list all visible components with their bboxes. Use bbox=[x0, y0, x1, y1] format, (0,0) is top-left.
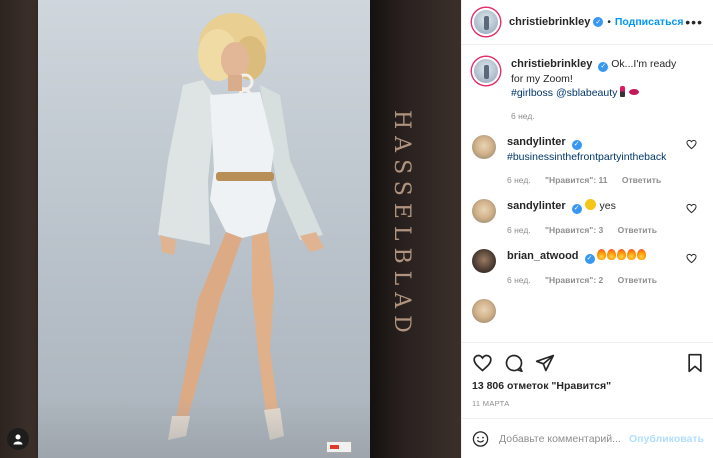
commenter-avatar[interactable] bbox=[472, 199, 496, 223]
post-side-panel: christiebrinkley ✓ • Подписаться ••• chr… bbox=[461, 0, 713, 458]
publish-button[interactable]: Опубликовать bbox=[629, 433, 704, 445]
comment-meta: 6 нед. "Нравится": 11 Ответить bbox=[507, 173, 685, 187]
verified-badge-icon: ✓ bbox=[571, 140, 582, 150]
post-header: christiebrinkley ✓ • Подписаться ••• bbox=[462, 0, 713, 45]
author-avatar[interactable] bbox=[472, 57, 500, 85]
comment-input[interactable] bbox=[499, 432, 630, 445]
hasselblad-logo: HASSELBLAD bbox=[389, 110, 414, 340]
floor-shadow bbox=[38, 398, 370, 458]
fire-emoji-icon bbox=[607, 249, 617, 260]
comment-likes[interactable]: "Нравится": 3 bbox=[545, 225, 603, 235]
comments-list[interactable]: christiebrinkley ✓ Ok...I'm ready for my … bbox=[462, 45, 713, 342]
fire-emoji-icon bbox=[617, 249, 627, 260]
fire-emoji-icon bbox=[627, 249, 637, 260]
comment-item: sandylinter ✓ #businessinthefrontpartyint… bbox=[472, 135, 703, 187]
comment-username[interactable]: sandylinter bbox=[507, 200, 566, 212]
comment-username[interactable]: sandylinter bbox=[507, 136, 566, 148]
add-comment-bar: Опубликовать bbox=[462, 418, 713, 458]
action-icons bbox=[472, 351, 704, 375]
separator-dot: • bbox=[607, 16, 611, 28]
like-comment-heart-icon[interactable] bbox=[686, 139, 697, 150]
fire-emoji-icon bbox=[597, 249, 607, 260]
more-options-icon[interactable]: ••• bbox=[685, 14, 703, 30]
photo-print bbox=[38, 0, 370, 458]
comment-time: 6 нед. bbox=[507, 275, 531, 285]
caption-username[interactable]: christiebrinkley bbox=[511, 58, 592, 70]
comment-time: 6 нед. bbox=[507, 175, 531, 185]
comment-item: brian_atwood ✓ 6 нед. "Нравится": 2 Ответ… bbox=[472, 249, 703, 287]
comment-time: 6 нед. bbox=[507, 225, 531, 235]
share-send-icon[interactable] bbox=[535, 353, 555, 373]
model-figure bbox=[158, 13, 324, 440]
camera-frame bbox=[370, 0, 461, 458]
lipstick-emoji-icon bbox=[620, 86, 626, 97]
comment-meta: 6 нед. "Нравится": 2 Ответить bbox=[507, 273, 685, 287]
caption-time: 6 нед. bbox=[511, 111, 535, 121]
follow-button[interactable]: Подписаться bbox=[615, 16, 684, 28]
fire-emoji-icon bbox=[637, 249, 647, 260]
tagged-users-button[interactable] bbox=[7, 428, 29, 450]
reply-button[interactable]: Ответить bbox=[618, 225, 657, 235]
battery-sticker bbox=[326, 441, 352, 453]
lips-emoji-icon bbox=[629, 89, 640, 95]
user-icon bbox=[13, 434, 23, 445]
author-avatar[interactable] bbox=[472, 8, 500, 36]
laughing-emoji-icon bbox=[584, 199, 596, 210]
verified-badge-icon: ✓ bbox=[598, 62, 609, 72]
bookmark-icon[interactable] bbox=[686, 353, 704, 373]
hashtag-link[interactable]: #businessinthefrontpartyintheback bbox=[507, 151, 666, 163]
commenter-avatar[interactable] bbox=[472, 135, 496, 159]
likes-count[interactable]: 13 806 отметок "Нравится" bbox=[472, 380, 704, 392]
caption-meta: 6 нед. bbox=[511, 109, 689, 123]
verified-badge-icon: ✓ bbox=[593, 17, 604, 27]
like-comment-heart-icon[interactable] bbox=[686, 203, 697, 214]
mention-link[interactable]: @sblabeauty bbox=[556, 87, 617, 99]
hashtag-link[interactable]: #girlboss bbox=[511, 87, 553, 99]
comment-likes[interactable]: "Нравится": 11 bbox=[545, 175, 607, 185]
verified-badge-icon: ✓ bbox=[584, 254, 595, 264]
comment-text: yes bbox=[599, 200, 616, 212]
commenter-avatar[interactable] bbox=[472, 299, 496, 323]
comment-meta: 6 нед. "Нравится": 3 Ответить bbox=[507, 223, 685, 237]
comment-item: sandylinter ✓ yes 6 нед. "Нравится": 3 От… bbox=[472, 199, 703, 237]
reply-button[interactable]: Ответить bbox=[622, 175, 661, 185]
commenter-avatar[interactable] bbox=[472, 249, 496, 273]
comment-item-partial bbox=[472, 299, 703, 323]
comment-likes[interactable]: "Нравится": 2 bbox=[545, 275, 603, 285]
instagram-post-view: HASSELBLAD christiebrinkley ✓ • Подписат… bbox=[0, 0, 713, 458]
post-photo[interactable]: HASSELBLAD bbox=[0, 0, 461, 458]
like-comment-heart-icon[interactable] bbox=[686, 253, 697, 264]
author-username[interactable]: christiebrinkley bbox=[509, 16, 590, 28]
like-heart-icon[interactable] bbox=[472, 353, 493, 373]
caption: christiebrinkley ✓ Ok...I'm ready for my … bbox=[472, 57, 703, 123]
comment-username[interactable]: brian_atwood bbox=[507, 250, 579, 262]
post-date[interactable]: 11 МАРТА bbox=[472, 399, 704, 408]
reply-button[interactable]: Ответить bbox=[618, 275, 657, 285]
emoji-smiley-icon[interactable] bbox=[472, 429, 489, 449]
comment-bubble-icon[interactable] bbox=[504, 353, 524, 373]
post-actions: 13 806 отметок "Нравится" 11 МАРТА bbox=[462, 342, 713, 408]
verified-badge-icon: ✓ bbox=[571, 204, 582, 214]
